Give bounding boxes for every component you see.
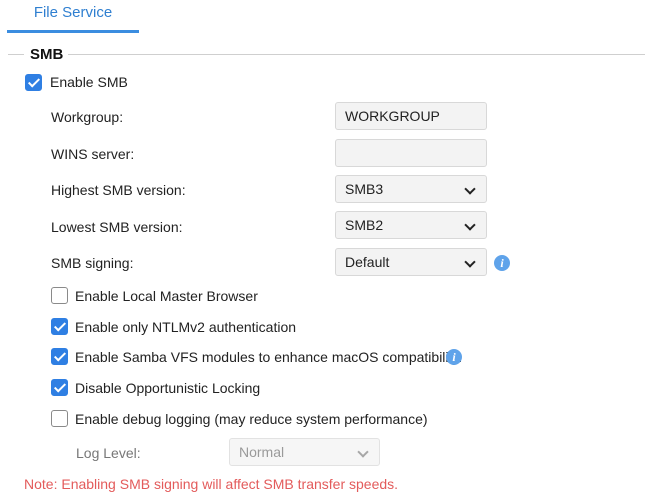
ntlmv2-checkbox[interactable] (51, 318, 68, 335)
samba-vfs-label: Enable Samba VFS modules to enhance macO… (75, 349, 463, 365)
opportunistic-locking-checkbox[interactable] (51, 379, 68, 396)
wins-server-input[interactable] (335, 139, 487, 167)
samba-vfs-info-icon[interactable]: i (446, 349, 462, 365)
chevron-down-icon (357, 446, 369, 458)
log-level-label: Log Level: (76, 445, 141, 461)
enable-smb-label: Enable SMB (50, 74, 128, 90)
workgroup-input[interactable]: WORKGROUP (335, 102, 487, 130)
highest-smb-version-select[interactable]: SMB3 (335, 175, 487, 203)
highest-smb-version-value: SMB3 (345, 181, 384, 197)
smb-signing-value: Default (345, 254, 390, 270)
tab-file-service[interactable]: File Service (7, 0, 139, 34)
local-master-browser-checkbox[interactable] (51, 287, 68, 304)
section-divider-right (68, 54, 645, 55)
chevron-down-icon (464, 183, 476, 195)
section-divider-left (8, 54, 24, 55)
debug-logging-label: Enable debug logging (may reduce system … (75, 411, 428, 427)
workgroup-label: Workgroup: (51, 109, 124, 125)
local-master-browser-label: Enable Local Master Browser (75, 288, 258, 304)
log-level-value: Normal (239, 444, 285, 460)
ntlmv2-label: Enable only NTLMv2 authentication (75, 319, 297, 335)
lowest-smb-version-select[interactable]: SMB2 (335, 211, 487, 239)
smb-signing-label: SMB signing: (51, 255, 134, 271)
section-title: SMB (30, 46, 64, 63)
smb-signing-select[interactable]: Default (335, 248, 487, 276)
log-level-select[interactable]: Normal (229, 438, 380, 466)
smb-signing-note: Note: Enabling SMB signing will affect S… (24, 476, 399, 492)
opportunistic-locking-label: Disable Opportunistic Locking (75, 380, 261, 396)
chevron-down-icon (464, 219, 476, 231)
samba-vfs-checkbox[interactable] (51, 348, 68, 365)
chevron-down-icon (464, 256, 476, 268)
smb-signing-info-icon[interactable]: i (494, 255, 510, 271)
lowest-smb-version-value: SMB2 (345, 217, 384, 233)
tab-bar: File Service (0, 0, 645, 34)
lowest-smb-version-label: Lowest SMB version: (51, 219, 183, 235)
wins-server-label: WINS server: (51, 146, 135, 162)
enable-smb-checkbox[interactable] (25, 74, 42, 91)
debug-logging-checkbox[interactable] (51, 410, 68, 427)
active-tab-indicator (7, 30, 139, 33)
highest-smb-version-label: Highest SMB version: (51, 182, 186, 198)
